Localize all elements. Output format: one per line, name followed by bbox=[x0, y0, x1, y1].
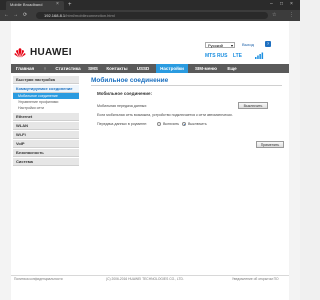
nav-settings[interactable]: Настройки bbox=[156, 64, 188, 73]
sidebar-subitem-network-settings[interactable]: Настройки сети bbox=[13, 105, 79, 111]
url-host: 192.168.8.1 bbox=[44, 13, 66, 18]
page-title: Мобильное соединение bbox=[91, 77, 169, 84]
sidebar-item-security[interactable]: Безопасность bbox=[13, 149, 79, 157]
apply-button[interactable]: Применить bbox=[256, 141, 284, 148]
network-status: MTS RUS LTE bbox=[205, 53, 242, 59]
network-type: LTE bbox=[232, 53, 242, 59]
browser-menu-icon[interactable]: ⋮ bbox=[289, 12, 294, 18]
mobile-data-label: Мобильная передача данных: bbox=[97, 104, 148, 108]
sidebar-item-system[interactable]: Система bbox=[13, 158, 79, 166]
footer-divider bbox=[11, 275, 289, 276]
roaming-on-label: Включить bbox=[163, 122, 180, 126]
roaming-off-radio[interactable] bbox=[182, 122, 186, 126]
sidebar-item-wlan[interactable]: WLAN bbox=[13, 122, 79, 130]
tab-title: Mobile Broadband bbox=[10, 2, 43, 7]
maximize-icon[interactable]: □ bbox=[280, 1, 283, 7]
auto-connect-info: Если мобильная сеть возможна, устройство… bbox=[97, 113, 233, 117]
minimize-icon[interactable]: – bbox=[270, 1, 273, 7]
new-tab-button[interactable]: + bbox=[68, 1, 72, 9]
copyright-text: (C) 2006-2016 HUAWEI TECHNOLOGIES CO., L… bbox=[106, 277, 184, 281]
roaming-off-label: Выключить bbox=[188, 122, 207, 126]
operator-name: MTS RUS bbox=[205, 53, 228, 59]
tab-close-icon[interactable]: × bbox=[56, 1, 59, 7]
forward-icon[interactable]: → bbox=[13, 12, 18, 18]
window-close-icon[interactable]: × bbox=[290, 1, 293, 7]
title-divider bbox=[91, 85, 282, 86]
url-text: 192.168.8.1/html/mobileconnection.html bbox=[44, 13, 115, 18]
chevron-down-icon: ▾ bbox=[230, 43, 233, 48]
roaming-on-radio[interactable] bbox=[157, 122, 161, 126]
sidebar-item-wifi[interactable]: Wi-Fi bbox=[13, 131, 79, 139]
nav-home[interactable]: Главная bbox=[12, 64, 38, 73]
sidebar-item-quick-setup[interactable]: Быстрая настройка bbox=[13, 76, 79, 84]
mobile-data-off-button[interactable]: Выключить bbox=[238, 102, 268, 109]
back-icon[interactable]: ← bbox=[4, 12, 9, 18]
nav-arrow-icon[interactable]: ↑ bbox=[38, 64, 52, 73]
help-icon[interactable]: ? bbox=[265, 41, 271, 47]
signal-bars-icon bbox=[255, 52, 264, 59]
huawei-logo-icon bbox=[14, 48, 26, 58]
brand-name: HUAWEI bbox=[30, 47, 72, 58]
opensource-notice-link[interactable]: Уведомление об открытом ПО bbox=[232, 277, 279, 281]
section-title: Мобильное соединение: bbox=[97, 91, 152, 96]
nav-sms[interactable]: SMS bbox=[85, 64, 101, 73]
sidebar-item-dialup[interactable]: Коммутируемое соединение bbox=[13, 85, 79, 93]
language-value: Русский bbox=[208, 43, 223, 48]
reload-icon[interactable]: ⟳ bbox=[23, 12, 27, 18]
logout-link[interactable]: Выход bbox=[242, 42, 254, 47]
nav-sim-menu[interactable]: SIM-меню bbox=[192, 64, 220, 73]
language-select[interactable]: Русский ▾ bbox=[205, 42, 235, 48]
nav-ussd[interactable]: USSD bbox=[133, 64, 153, 73]
bookmark-star-icon[interactable]: ☆ bbox=[272, 12, 276, 18]
url-path: /html/mobileconnection.html bbox=[65, 13, 115, 18]
sidebar-item-ethernet[interactable]: Ethernet bbox=[13, 113, 79, 121]
privacy-policy-link[interactable]: Политика конфиденциальности bbox=[14, 277, 63, 281]
nav-more[interactable]: Еще bbox=[224, 64, 240, 73]
nav-statistics[interactable]: Статистика bbox=[53, 64, 83, 73]
sidebar-item-voip[interactable]: VoIP bbox=[13, 140, 79, 148]
roaming-label: Передача данных в роуминге: bbox=[97, 122, 148, 126]
nav-contacts[interactable]: Контакты bbox=[103, 64, 131, 73]
